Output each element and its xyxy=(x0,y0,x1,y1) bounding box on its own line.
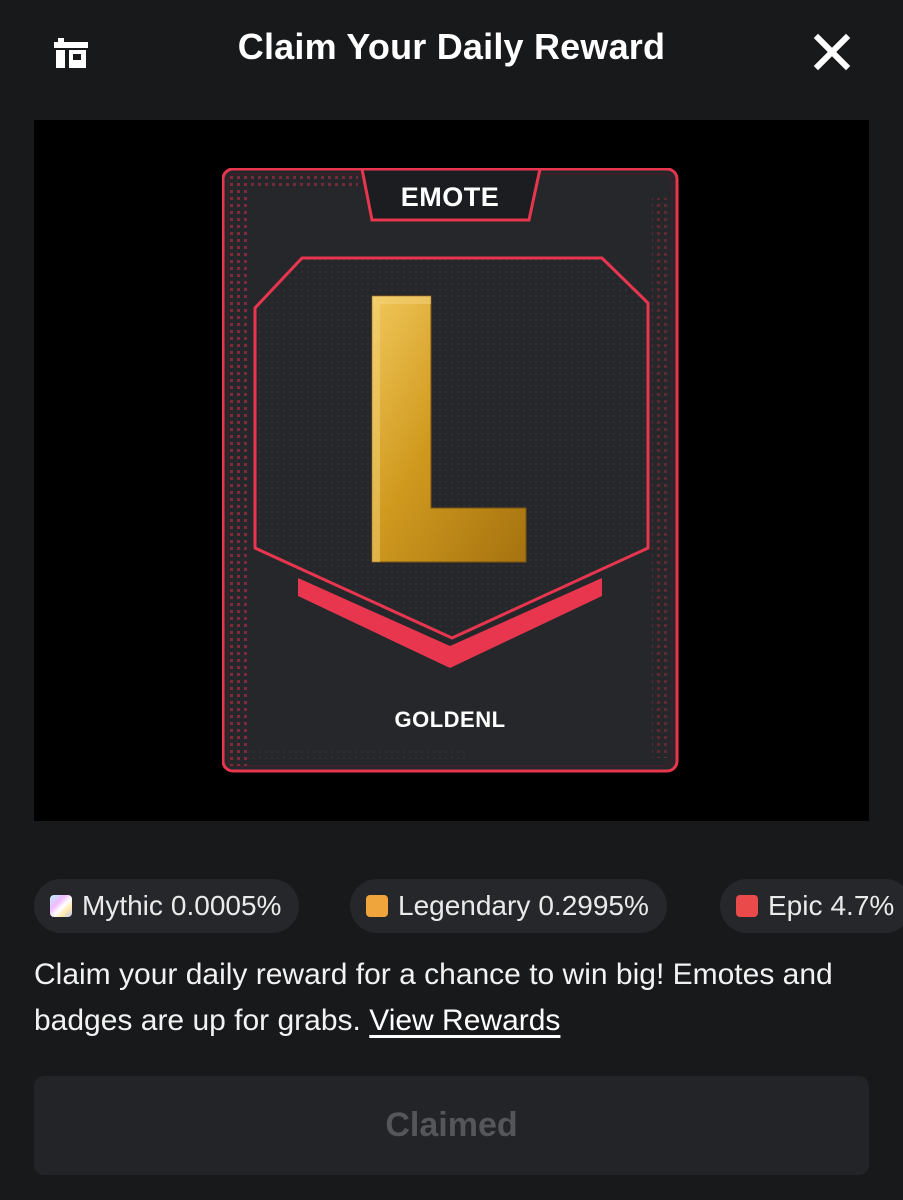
card-type-label: EMOTE xyxy=(400,182,500,212)
close-icon[interactable] xyxy=(810,30,854,74)
epic-swatch-icon xyxy=(736,895,758,917)
odds-name: Epic xyxy=(768,890,823,921)
mythic-swatch-icon xyxy=(50,895,72,917)
claim-button[interactable]: Claimed xyxy=(34,1076,869,1175)
odds-chip-legendary: Legendary 0.2995% xyxy=(350,879,667,933)
reward-preview: EMOTE GOLDENL xyxy=(34,120,869,821)
odds-value: 0.0005% xyxy=(170,890,282,921)
legendary-swatch-icon xyxy=(366,895,388,917)
view-rewards-link[interactable]: View Rewards xyxy=(369,1004,560,1037)
odds-value: 4.7% xyxy=(830,890,895,921)
odds-chip-mythic: Mythic 0.0005% xyxy=(34,879,300,933)
gift-box-icon[interactable] xyxy=(52,36,90,70)
emote-name: GOLDENL xyxy=(394,707,506,732)
odds-name: Mythic xyxy=(82,890,163,921)
odds-value: 0.2995% xyxy=(538,890,649,921)
odds-name: Legendary xyxy=(398,890,531,921)
modal-header: Claim Your Daily Reward xyxy=(0,0,903,100)
odds-chip-epic: Epic 4.7% xyxy=(720,879,903,933)
rarity-odds-list: Mythic 0.0005% Legendary 0.2995% Epic 4.… xyxy=(34,879,903,933)
reward-description: Claim your daily reward for a chance to … xyxy=(34,952,874,1044)
emote-card xyxy=(222,168,679,773)
page-title: Claim Your Daily Reward xyxy=(237,26,666,67)
